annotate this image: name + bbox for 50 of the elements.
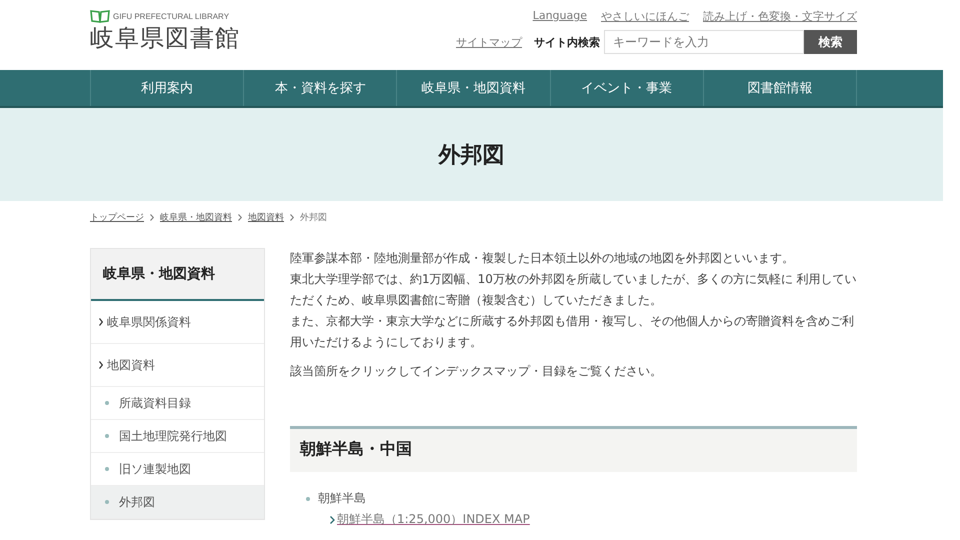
sidebar-item[interactable]: 地図資料 bbox=[91, 344, 264, 387]
breadcrumb-link[interactable]: 地図資料 bbox=[248, 211, 284, 224]
chevron-icon bbox=[99, 361, 103, 369]
bullet-icon bbox=[105, 401, 109, 405]
sidebar-item-label: 外邦図 bbox=[119, 494, 155, 511]
utility-link[interactable]: 読み上げ・色変換・文字サイズ bbox=[703, 9, 857, 24]
chevron-icon bbox=[330, 516, 335, 524]
sidebar-item[interactable]: 岐阜県関係資料 bbox=[91, 301, 264, 344]
library-english-name: GIFU PREFECTURAL LIBRARY bbox=[113, 12, 230, 20]
instruction-text: 該当箇所をクリックしてインデックスマップ・目録をご覧ください。 bbox=[290, 363, 663, 380]
sidebar-title: 岐阜県・地図資料 bbox=[91, 249, 264, 301]
sitemap-link[interactable]: サイトマップ bbox=[456, 34, 522, 50]
sidebar-item-label: 国土地理院発行地図 bbox=[119, 428, 227, 445]
sidebar-item-label: 岐阜県関係資料 bbox=[107, 314, 191, 331]
nav-tab[interactable]: 利用案内 bbox=[90, 70, 244, 106]
search-field[interactable]: キーワードを入力 bbox=[604, 30, 804, 54]
sidebar-item[interactable]: 所蔵資料目録 bbox=[91, 387, 264, 420]
utility-link[interactable]: Language bbox=[532, 9, 587, 24]
nav-tab[interactable]: 岐阜県・地図資料 bbox=[396, 70, 550, 106]
nav-tab[interactable]: イベント・事業 bbox=[550, 70, 703, 106]
sidebar-item[interactable]: 国土地理院発行地図 bbox=[91, 420, 264, 453]
sidebar-item-label: 旧ソ連製地図 bbox=[119, 461, 191, 478]
bullet-icon bbox=[105, 500, 109, 504]
bullet-icon bbox=[105, 467, 109, 471]
bullet-icon bbox=[105, 434, 109, 438]
chevron-icon bbox=[290, 214, 294, 221]
nav-tab[interactable]: 本・資料を探す bbox=[243, 70, 396, 106]
list-item: 朝鮮半島 bbox=[318, 490, 366, 507]
intro-paragraph: 東北大学理学部では、約1万図幅、10万枚の外邦図を所蔵していましたが、多くの方に気軽に 利用していただくため、岐阜県図書館に寄贈（複製含む）していただきました。 bbox=[290, 271, 857, 309]
chevron-icon bbox=[238, 214, 242, 221]
breadcrumb-link[interactable]: トップページ bbox=[90, 211, 144, 224]
section-heading: 朝鮮半島・中国 bbox=[290, 426, 857, 472]
utility-link[interactable]: やさしいにほんご bbox=[601, 9, 689, 24]
chevron-icon bbox=[150, 214, 154, 221]
sidebar-item[interactable]: 外邦図 bbox=[91, 486, 264, 519]
breadcrumb-current: 外邦図 bbox=[300, 212, 327, 224]
search-button[interactable]: 検索 bbox=[804, 30, 857, 54]
nav-tab[interactable]: 図書館情報 bbox=[702, 70, 858, 106]
chevron-icon bbox=[99, 318, 103, 326]
library-logo-title[interactable]: 岐阜県図書館 bbox=[90, 23, 240, 53]
sidebar-item-label: 地図資料 bbox=[107, 357, 155, 374]
bullet-icon bbox=[306, 496, 310, 500]
intro-paragraph: 陸軍参謀本部・陸地測量部が作成・複製した日本領土以外の地域の地図を外邦図といいます。 bbox=[290, 250, 795, 267]
map-link[interactable]: 朝鮮半島（1:25,000）INDEX MAP bbox=[337, 511, 530, 528]
page-title: 外邦図 bbox=[438, 142, 504, 170]
search-label: サイト内検索 bbox=[534, 34, 600, 50]
book-icon bbox=[90, 9, 110, 23]
intro-paragraph: また、京都大学・東京大学などに所蔵する外邦図も借用・複写し、その他個人からの寄贈資料を含めご利用いただけるようにしております。 bbox=[290, 313, 855, 351]
sidebar-item-label: 所蔵資料目録 bbox=[119, 395, 191, 412]
breadcrumb-link[interactable]: 岐阜県・地図資料 bbox=[160, 211, 232, 224]
